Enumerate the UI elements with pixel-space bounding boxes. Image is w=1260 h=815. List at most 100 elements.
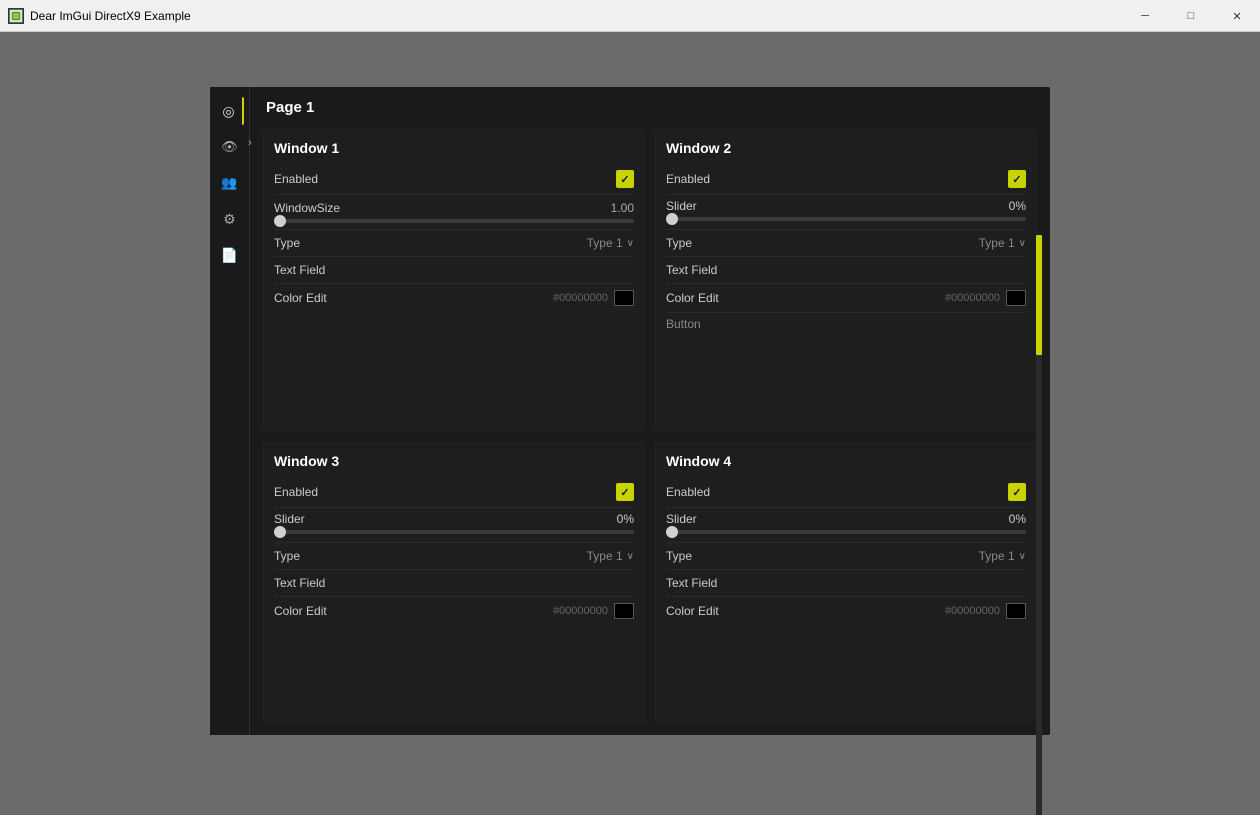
- window4-color-hex: #00000000: [945, 605, 1000, 617]
- window2-slider-thumb[interactable]: [666, 213, 678, 225]
- window2-color-row: Color Edit #00000000: [666, 286, 1026, 310]
- window2-enabled-checkbox[interactable]: ✓: [1008, 170, 1026, 188]
- window4-slider-value: 0%: [1009, 512, 1026, 526]
- window4-type-label: Type: [666, 549, 692, 563]
- window3-color-swatch[interactable]: [614, 603, 634, 619]
- sidebar-item-document[interactable]: 📄: [216, 241, 244, 269]
- window3-enabled-checkbox[interactable]: ✓: [616, 483, 634, 501]
- window3-type-label: Type: [274, 549, 300, 563]
- check-icon: ✓: [1012, 486, 1021, 499]
- window1-slider-track[interactable]: [274, 219, 634, 223]
- window2-slider-row: Slider 0%: [666, 199, 1026, 213]
- window-panel-4: Window 4 Enabled ✓ Slider 0%: [654, 441, 1038, 723]
- divider: [666, 194, 1026, 195]
- window2-color-swatch[interactable]: [1006, 290, 1026, 306]
- maximize-button[interactable]: □: [1168, 0, 1214, 32]
- window4-slider-thumb[interactable]: [666, 526, 678, 538]
- window1-windowsize-value: 1.00: [611, 201, 634, 215]
- divider: [666, 569, 1026, 570]
- minimize-button[interactable]: ─: [1122, 0, 1168, 32]
- close-button[interactable]: ✕: [1214, 0, 1260, 32]
- window1-textfield-row: Text Field: [274, 259, 634, 281]
- window2-slider-value: 0%: [1009, 199, 1026, 213]
- window4-textfield-label: Text Field: [666, 576, 717, 590]
- window2-type-row: Type Type 1 ∨: [666, 232, 1026, 254]
- window3-slider-container: Slider 0%: [274, 510, 634, 540]
- sidebar-item-settings[interactable]: ⚙: [216, 205, 244, 233]
- titlebar: Dear ImGui DirectX9 Example ─ □ ✕: [0, 0, 1260, 32]
- page-title: Page 1: [250, 87, 1050, 124]
- window3-textfield-label: Text Field: [274, 576, 325, 590]
- window3-type-row: Type Type 1 ∨: [274, 545, 634, 567]
- app-area: ◎ 👁 👥 ⚙ 📄 › Page 1 Window 1: [0, 32, 1260, 790]
- window2-type-label: Type: [666, 236, 692, 250]
- window1-type-label: Type: [274, 236, 300, 250]
- window1-color-right: #00000000: [553, 290, 634, 306]
- chevron-down-icon: ∨: [627, 238, 634, 249]
- check-icon: ✓: [1012, 173, 1021, 186]
- divider: [666, 229, 1026, 230]
- window1-color-swatch[interactable]: [614, 290, 634, 306]
- window2-color-label: Color Edit: [666, 291, 719, 305]
- divider: [274, 596, 634, 597]
- scrollbar-thumb[interactable]: [1036, 235, 1042, 355]
- window-panel-1: Window 1 Enabled ✓ WindowSize 1.00: [262, 128, 646, 433]
- window1-enabled-label: Enabled: [274, 172, 318, 186]
- window4-type-dropdown[interactable]: Type 1 ∨: [979, 549, 1026, 563]
- window2-slider-label: Slider: [666, 199, 697, 213]
- app-icon: [8, 8, 24, 24]
- circle-icon: ◎: [222, 103, 234, 120]
- divider: [274, 542, 634, 543]
- divider: [274, 569, 634, 570]
- sidebar-item-circle[interactable]: ◎: [216, 97, 244, 125]
- window4-slider-row: Slider 0%: [666, 512, 1026, 526]
- scrollbar-track[interactable]: [1036, 235, 1042, 815]
- eye-icon: 👁: [221, 139, 238, 155]
- window3-slider-track[interactable]: [274, 530, 634, 534]
- window2-textfield-label: Text Field: [666, 263, 717, 277]
- window3-color-right: #00000000: [553, 603, 634, 619]
- window4-slider-label: Slider: [666, 512, 697, 526]
- window2-slider-track[interactable]: [666, 217, 1026, 221]
- window3-color-row: Color Edit #00000000: [274, 599, 634, 623]
- window1-enabled-checkbox[interactable]: ✓: [616, 170, 634, 188]
- main-window: ◎ 👁 👥 ⚙ 📄 › Page 1 Window 1: [210, 87, 1050, 735]
- chevron-down-icon: ∨: [1019, 551, 1026, 562]
- window-panel-3: Window 3 Enabled ✓ Slider 0%: [262, 441, 646, 723]
- window2-enabled-label: Enabled: [666, 172, 710, 186]
- window4-enabled-checkbox[interactable]: ✓: [1008, 483, 1026, 501]
- window4-title: Window 4: [666, 453, 1026, 469]
- divider: [666, 256, 1026, 257]
- window1-windowsize-row: WindowSize 1.00: [274, 197, 634, 219]
- window4-type-row: Type Type 1 ∨: [666, 545, 1026, 567]
- sidebar-item-users[interactable]: 👥: [216, 169, 244, 197]
- sidebar-item-eye[interactable]: 👁: [216, 133, 244, 161]
- window4-enabled-label: Enabled: [666, 485, 710, 499]
- window1-slider-thumb[interactable]: [274, 215, 286, 227]
- window4-color-row: Color Edit #00000000: [666, 599, 1026, 623]
- divider: [666, 507, 1026, 508]
- window2-slider-container: Slider 0%: [666, 197, 1026, 227]
- divider: [666, 542, 1026, 543]
- window4-type-value: Type 1: [979, 549, 1015, 563]
- window4-color-label: Color Edit: [666, 604, 719, 618]
- window-title: Dear ImGui DirectX9 Example: [30, 9, 191, 23]
- window3-slider-label: Slider: [274, 512, 305, 526]
- window4-slider-track[interactable]: [666, 530, 1026, 534]
- window3-slider-thumb[interactable]: [274, 526, 286, 538]
- window1-type-row: Type Type 1 ∨: [274, 232, 634, 254]
- divider: [274, 256, 634, 257]
- window1-textfield-label: Text Field: [274, 263, 325, 277]
- window3-type-dropdown[interactable]: Type 1 ∨: [587, 549, 634, 563]
- window2-type-dropdown[interactable]: Type 1 ∨: [979, 236, 1026, 250]
- divider: [666, 312, 1026, 313]
- window1-color-label: Color Edit: [274, 291, 327, 305]
- collapse-arrow[interactable]: ›: [248, 137, 252, 149]
- window1-enabled-row: Enabled ✓: [274, 166, 634, 192]
- sidebar: ◎ 👁 👥 ⚙ 📄: [210, 87, 250, 735]
- window3-enabled-row: Enabled ✓: [274, 479, 634, 505]
- window1-type-dropdown[interactable]: Type 1 ∨: [587, 236, 634, 250]
- window-panel-2: Window 2 Enabled ✓ Slider 0%: [654, 128, 1038, 433]
- divider: [274, 283, 634, 284]
- window4-color-swatch[interactable]: [1006, 603, 1026, 619]
